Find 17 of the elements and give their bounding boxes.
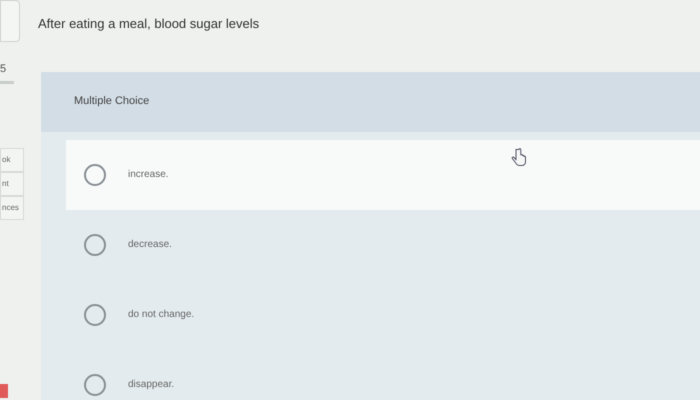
radio-button[interactable] — [84, 304, 106, 326]
question-text: After eating a meal, blood sugar levels — [38, 15, 260, 33]
sidebar-link[interactable]: nt — [0, 172, 24, 196]
sidebar-link[interactable]: nces — [0, 196, 24, 220]
option-label: disappear. — [128, 378, 174, 392]
radio-button[interactable] — [84, 164, 106, 186]
panel-title: Multiple Choice — [74, 94, 150, 110]
radio-button[interactable] — [84, 234, 106, 256]
hand-cursor-icon — [511, 148, 527, 168]
option-label: do not change. — [128, 308, 194, 322]
option-label: decrease. — [128, 238, 172, 252]
score-number: 5 — [0, 64, 8, 75]
radio-button[interactable] — [84, 374, 106, 396]
status-marker — [0, 384, 8, 398]
answer-option[interactable]: increase. — [66, 140, 700, 210]
option-label: increase. — [128, 168, 169, 182]
sidebar-link[interactable]: ok — [0, 148, 24, 172]
